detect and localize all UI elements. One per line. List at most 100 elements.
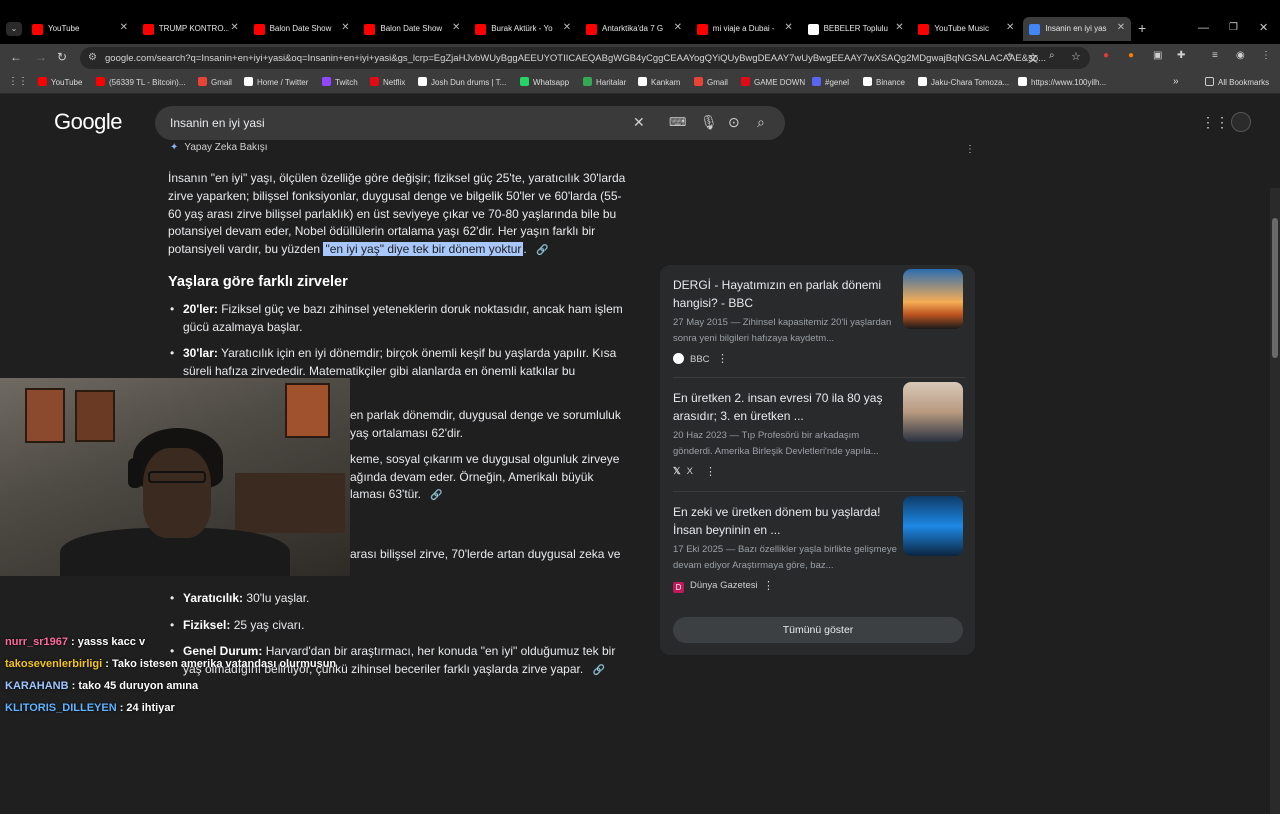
close-tab-icon[interactable]: ✕ xyxy=(895,22,903,33)
card-more-icon[interactable]: ⋮ xyxy=(705,465,716,478)
bookmark-item[interactable]: GAME DOWN xyxy=(741,77,805,87)
bookmark-item[interactable]: YouTube xyxy=(38,77,82,87)
address-bar[interactable]: ⚙ google.com/search?q=Insanin+en+iyi+yas… xyxy=(80,47,1090,69)
back-icon[interactable]: ← xyxy=(10,50,22,64)
browser-tab[interactable]: mi viaje a Dubai - ✕ xyxy=(691,17,799,41)
card-title[interactable]: En üretken 2. insan evresi 70 ila 80 yaş… xyxy=(673,390,888,425)
browser-tab[interactable]: YouTube ✕ xyxy=(26,17,134,41)
close-tab-icon[interactable]: ✕ xyxy=(120,22,128,33)
bookmark-favicon-icon xyxy=(96,77,105,86)
browser-tab[interactable]: Antarktika'da 7 G ✕ xyxy=(580,17,688,41)
apps-icon[interactable]: ⋮⋮ xyxy=(8,76,28,87)
extension-icon-3[interactable]: ▣ xyxy=(1153,50,1162,61)
bookmark-label: GAME DOWN xyxy=(754,78,806,87)
account-avatar[interactable] xyxy=(1231,112,1251,132)
bookmark-item[interactable]: Josh Dun drums | T... xyxy=(418,77,506,87)
bookmark-item[interactable]: https://www.100yilh... xyxy=(1018,77,1106,87)
microphone-icon[interactable]: 🎙 xyxy=(700,114,718,131)
close-tab-icon[interactable]: ✕ xyxy=(1117,22,1125,33)
translate-icon[interactable]: 文 xyxy=(1028,50,1038,65)
card-title[interactable]: DERGİ - Hayatımızın en parlak dönemi han… xyxy=(673,277,888,312)
card-more-icon[interactable]: ⋮ xyxy=(763,579,774,592)
browser-tab[interactable]: Insanin en iyi yas ✕ xyxy=(1023,17,1132,41)
lens-icon[interactable]: ⊙ xyxy=(728,114,740,131)
close-tab-icon[interactable]: ✕ xyxy=(674,22,682,33)
zoom-icon[interactable]: ⌕ xyxy=(1049,50,1055,61)
link-icon[interactable]: 🔗 xyxy=(430,490,442,501)
media-icon[interactable]: ≡ xyxy=(1212,50,1218,61)
ai-more-icon[interactable]: ⋮ xyxy=(965,144,975,155)
bookmark-item[interactable]: Jaku-Chara Tomoza... xyxy=(918,77,1009,87)
extension-icon-2[interactable]: ● xyxy=(1128,50,1134,61)
close-tab-icon[interactable]: ✕ xyxy=(230,22,238,33)
location-icon[interactable]: ⌖ xyxy=(1007,50,1013,61)
scrollbar-thumb[interactable] xyxy=(1272,218,1278,358)
browser-tab[interactable]: Balon Date Show ✕ xyxy=(358,17,466,41)
bookmark-item[interactable]: Binance xyxy=(863,77,905,87)
card-thumbnail[interactable] xyxy=(903,496,963,556)
tab-search-button[interactable]: ⌄ xyxy=(6,22,22,36)
bookmark-item[interactable]: Netflix xyxy=(370,77,405,87)
card-thumbnail[interactable] xyxy=(903,269,963,329)
maximize-button[interactable]: ❐ xyxy=(1229,22,1238,33)
bookmark-label: #genel xyxy=(825,78,850,87)
x-logo-icon: 𝕏 xyxy=(673,466,681,477)
bullet-term: Yaratıcılık: xyxy=(183,591,244,605)
browser-tab[interactable]: Burak Aktürk - Yo ✕ xyxy=(469,17,577,41)
search-icon[interactable]: ⌕ xyxy=(757,114,765,131)
apps-grid-icon[interactable]: ⋮⋮ xyxy=(1201,114,1229,131)
browser-tab[interactable]: TRUMP KONTRO... ✕ xyxy=(137,17,245,41)
minimize-button[interactable]: — xyxy=(1198,22,1209,34)
search-input[interactable]: Insanin en iyi yasi xyxy=(170,116,265,130)
card-more-icon[interactable]: ⋮ xyxy=(717,352,728,365)
bookmark-item[interactable]: (56339 TL - Bitcoin)... xyxy=(96,77,185,87)
bookmark-item[interactable]: Twitch xyxy=(322,77,358,87)
link-icon[interactable]: 🔗 xyxy=(536,245,548,256)
show-all-button[interactable]: Tümünü göster xyxy=(673,617,963,643)
scrollbar[interactable] xyxy=(1270,188,1280,814)
keyboard-icon[interactable]: ⌨ xyxy=(669,115,686,129)
browser-tab[interactable]: BEBELER Toplulu ✕ xyxy=(802,17,910,41)
extension-icon-1[interactable]: ● xyxy=(1103,50,1109,61)
reload-icon[interactable]: ↻ xyxy=(57,50,67,64)
tab-favicon-icon xyxy=(142,24,154,35)
bookmark-item[interactable]: Home / Twitter xyxy=(244,77,308,87)
bullet-text: 30'lu yaşlar. xyxy=(246,591,310,605)
close-tab-icon[interactable]: ✕ xyxy=(341,22,349,33)
close-tab-icon[interactable]: ✕ xyxy=(452,22,460,33)
site-info-icon[interactable]: ⚙ xyxy=(88,52,97,63)
bookmark-star-icon[interactable]: ☆ xyxy=(1071,50,1081,63)
browser-tab[interactable]: Balon Date Show ✕ xyxy=(248,17,356,41)
clear-icon[interactable]: ✕ xyxy=(633,114,645,131)
card-title[interactable]: En zeki ve üretken dönem bu yaşlarda! İn… xyxy=(673,504,888,539)
bookmark-label: Haritalar xyxy=(596,78,627,87)
bookmark-item[interactable]: #genel xyxy=(812,77,849,87)
chat-message: : 24 ihtiyar xyxy=(116,702,175,714)
card-thumbnail[interactable] xyxy=(903,382,963,442)
bookmark-favicon-icon xyxy=(863,77,872,86)
google-logo[interactable]: Google xyxy=(54,109,122,135)
search-box[interactable]: Insanin en iyi yasi ✕ ⌨ 🎙 ⊙ ⌕ xyxy=(155,106,785,140)
browser-tab[interactable]: YouTube Music ✕ xyxy=(912,17,1020,41)
link-icon[interactable]: 🔗 xyxy=(593,665,605,676)
new-tab-button[interactable]: + xyxy=(1138,20,1146,36)
bookmark-item[interactable]: Gmail xyxy=(198,77,232,87)
bookmark-item[interactable]: Whatsapp xyxy=(520,77,569,87)
close-window-button[interactable]: ✕ xyxy=(1259,21,1268,34)
bookmark-item[interactable]: Haritalar xyxy=(583,77,626,87)
bookmark-favicon-icon xyxy=(918,77,927,86)
profile-icon[interactable]: ◉ xyxy=(1236,50,1245,61)
extensions-icon[interactable]: ✚ xyxy=(1177,50,1185,61)
tab-label: Balon Date Show xyxy=(380,24,443,33)
bookmarks-overflow-icon[interactable]: » xyxy=(1173,76,1179,87)
menu-icon[interactable]: ⋮ xyxy=(1261,50,1271,61)
close-tab-icon[interactable]: ✕ xyxy=(1006,22,1014,33)
tab-favicon-icon xyxy=(253,24,265,35)
wall-poster xyxy=(25,388,65,443)
bookmark-item[interactable]: Gmail xyxy=(694,77,728,87)
all-bookmarks[interactable]: All Bookmarks xyxy=(1205,77,1269,87)
close-tab-icon[interactable]: ✕ xyxy=(784,22,792,33)
forward-icon[interactable]: → xyxy=(35,50,47,64)
close-tab-icon[interactable]: ✕ xyxy=(563,22,571,33)
bookmark-item[interactable]: Kankam xyxy=(638,77,680,87)
